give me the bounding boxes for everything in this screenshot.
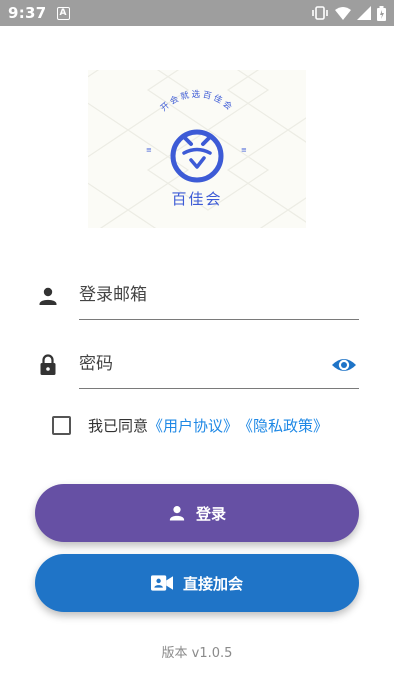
agree-checkbox[interactable] (52, 415, 71, 435)
logo-slogan: 开会就选百佳会 (159, 89, 234, 114)
status-bar: 9:37 A (0, 0, 394, 26)
login-button-label: 登录 (195, 504, 226, 523)
svg-text:开会就选百佳会: 开会就选百佳会 (159, 89, 236, 114)
join-meeting-button[interactable]: 直接加会 (35, 554, 359, 612)
logo-brand-name: 百佳会 (171, 190, 223, 208)
agreement-prefix: 我已同意 (88, 416, 149, 435)
battery-icon (377, 5, 386, 21)
privacy-policy-link[interactable]: 《隐私政策》 (238, 415, 328, 436)
vibrate-icon (312, 6, 328, 20)
eye-icon[interactable] (331, 354, 357, 376)
join-meeting-label: 直接加会 (182, 574, 243, 593)
status-icons (311, 5, 386, 21)
video-camera-icon (150, 575, 173, 591)
password-underline (79, 388, 359, 389)
person-icon (169, 506, 185, 521)
user-agreement-link[interactable]: 《用户协议》 (148, 415, 238, 436)
password-input[interactable] (79, 347, 319, 381)
agreement-row: 我已同意 《用户协议》 《隐私政策》 (52, 413, 328, 437)
logo-emblem-icon (170, 129, 224, 183)
status-time: 9:37 (8, 4, 47, 22)
svg-text:≡: ≡ (241, 146, 247, 154)
email-field-row (36, 272, 359, 320)
login-button[interactable]: 登录 (35, 484, 359, 542)
signal-icon (357, 6, 371, 20)
app-logo: 开会就选百佳会 ≡ ≡ 百佳会 (88, 70, 306, 228)
email-input[interactable] (79, 278, 319, 312)
lock-icon (40, 354, 56, 375)
person-icon (39, 287, 57, 305)
wifi-icon (335, 6, 351, 20)
password-field-row (36, 341, 359, 389)
version-text: 版本 v1.0.5 (161, 646, 233, 661)
notification-icon: A (56, 6, 70, 20)
svg-text:≡: ≡ (146, 146, 152, 154)
email-underline (79, 319, 359, 320)
